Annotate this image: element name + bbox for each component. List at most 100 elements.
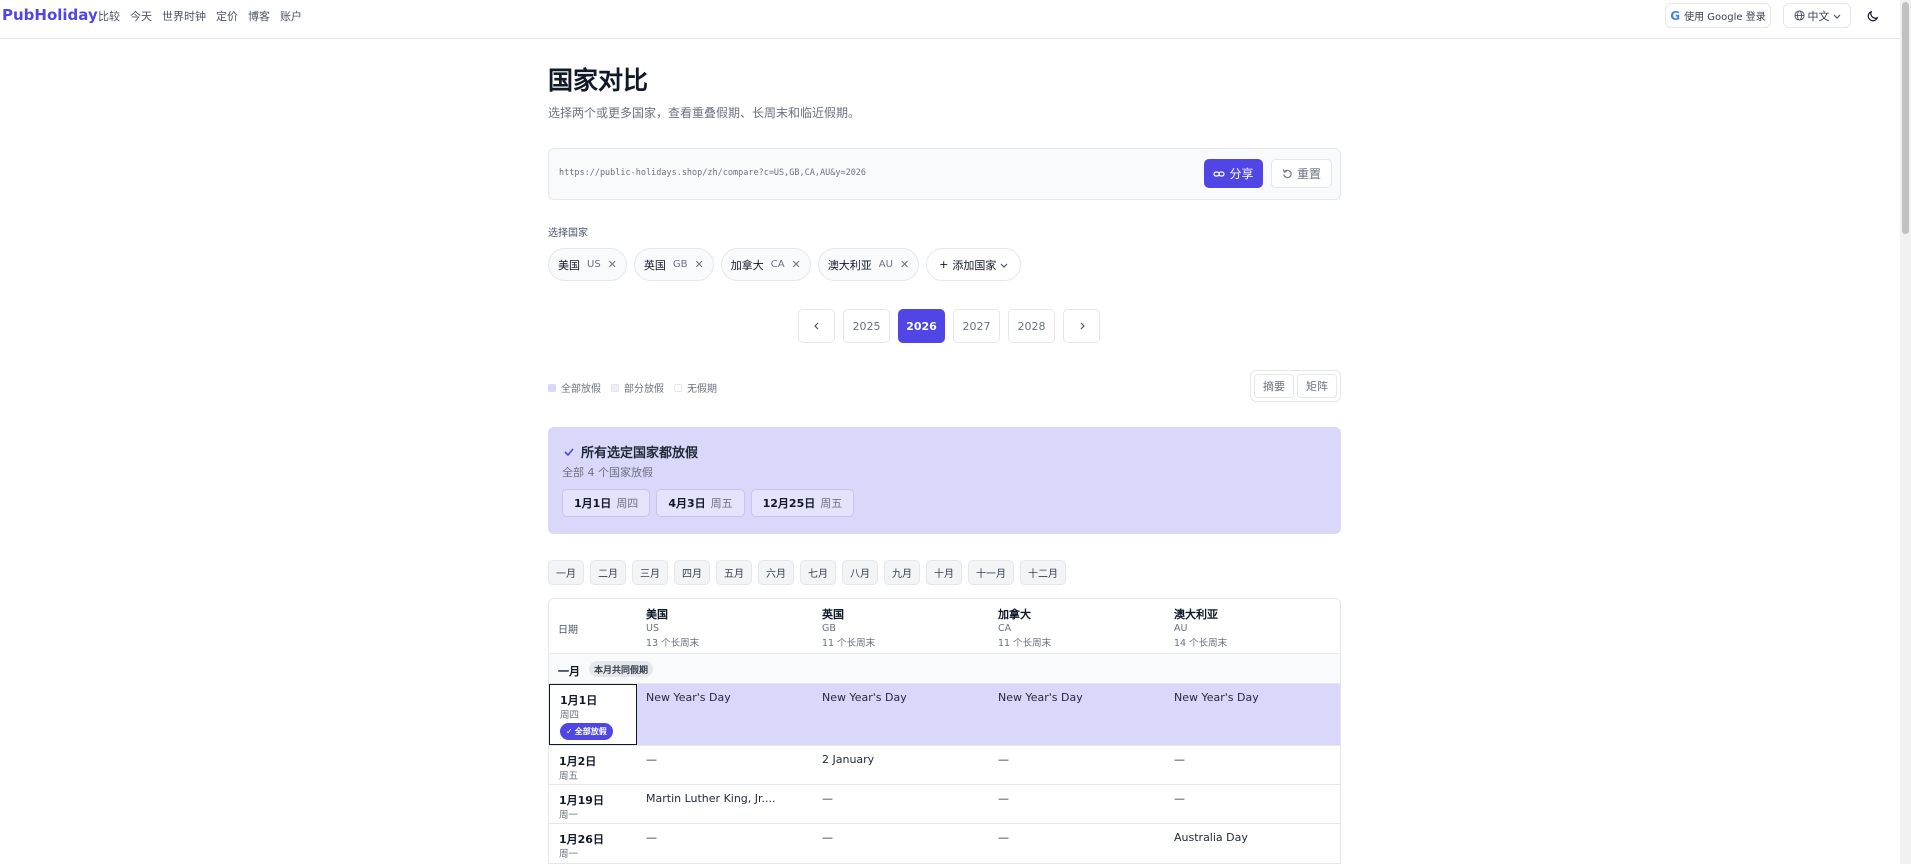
check-icon: ✓	[566, 727, 573, 736]
row-date: 1月19日	[559, 794, 604, 807]
reset-icon	[1282, 169, 1292, 179]
view-toggle: 摘要 矩阵	[1250, 370, 1341, 402]
column-country-name: 英国	[822, 608, 844, 621]
holiday-cell: New Year's Day	[822, 691, 907, 704]
month-button-may[interactable]: 五月	[716, 560, 752, 585]
country-code: AU	[878, 259, 893, 270]
month-button-sep[interactable]: 九月	[884, 560, 920, 585]
row-weekday: 周一	[559, 849, 579, 860]
date-chip[interactable]: 1月1日 周四	[562, 489, 651, 517]
google-icon: G	[1670, 8, 1681, 23]
table-row[interactable]: 1月2日 周五 — 2 January — —	[549, 746, 1340, 785]
month-button-jun[interactable]: 六月	[758, 560, 794, 585]
holiday-cell: New Year's Day	[998, 691, 1083, 704]
share-button[interactable]: 分享	[1204, 159, 1263, 188]
country-select-label: 选择国家	[548, 228, 588, 239]
table-header: 日期 美国 US 13 个长周末 英国 GB 11 个长周末 加拿大 CA 11…	[549, 599, 1340, 654]
legend-label: 部分放假	[624, 384, 664, 395]
nav-link-pricing[interactable]: 定价	[216, 8, 238, 24]
country-code: GB	[672, 259, 688, 270]
nav-link-today[interactable]: 今天	[130, 8, 152, 24]
table-row[interactable]: 1月26日 周一 — — — Australia Day	[549, 824, 1340, 863]
month-button-mar[interactable]: 三月	[632, 560, 668, 585]
top-navbar: PubHoliday 比较 今天 世界时钟 定价 博客 账户 G 使用 Goog…	[0, 0, 1900, 39]
holiday-cell: 2 January	[822, 753, 875, 766]
all-holiday-badge: ✓ 全部放假	[560, 723, 613, 740]
all-holiday-summary: 所有选定国家都放假 全部 4 个国家放假 1月1日 周四 4月3日 周五 12月25…	[548, 427, 1341, 534]
country-chip-us[interactable]: 美国 US ✕	[548, 248, 627, 281]
date-cell: 1月26日 周一	[549, 824, 637, 863]
scrollbar-thumb[interactable]	[1902, 2, 1909, 234]
plus-icon: +	[939, 258, 949, 271]
legend-swatch	[674, 383, 682, 392]
holiday-cell: —	[998, 792, 1009, 805]
month-button-apr[interactable]: 四月	[674, 560, 710, 585]
all-holiday-title: 所有选定国家都放假	[563, 442, 698, 461]
column-header-ca: 加拿大 CA 11 个长周末	[998, 606, 1168, 649]
all-holiday-badge-label: 全部放假	[574, 727, 607, 736]
year-option-2027[interactable]: 2027	[953, 309, 1000, 343]
month-button-jan[interactable]: 一月	[548, 560, 584, 585]
page-scrollbar[interactable]	[1900, 0, 1911, 864]
add-country-button[interactable]: + 添加国家	[926, 248, 1022, 281]
month-button-aug[interactable]: 八月	[842, 560, 878, 585]
legend-swatch	[548, 383, 556, 392]
month-button-feb[interactable]: 二月	[590, 560, 626, 585]
legend: 全部放假 部分放假 无假期	[548, 380, 717, 395]
language-selector[interactable]: 中文	[1783, 3, 1851, 28]
holiday-cell: —	[822, 792, 833, 805]
language-label: 中文	[1807, 9, 1830, 23]
nav-link-world-clock[interactable]: 世界时钟	[162, 8, 206, 24]
country-chip-au[interactable]: 澳大利亚 AU ✕	[817, 248, 920, 281]
year-option-2026[interactable]: 2026	[898, 309, 945, 343]
country-name: 澳大利亚	[827, 258, 872, 272]
holiday-cell: —	[646, 831, 657, 844]
table-row[interactable]: 1月19日 周一 Martin Luther King, Jr.... — — …	[549, 785, 1340, 824]
holiday-cell: —	[998, 753, 1009, 766]
year-option-2025[interactable]: 2025	[843, 309, 890, 343]
column-country-code: GB	[822, 623, 836, 634]
theme-toggle-button[interactable]	[1860, 3, 1886, 28]
date-chip[interactable]: 4月3日 周五	[656, 489, 745, 517]
next-year-button[interactable]	[1063, 309, 1100, 343]
month-button-jul[interactable]: 七月	[800, 560, 836, 585]
remove-icon[interactable]: ✕	[792, 258, 801, 271]
country-code: CA	[770, 259, 785, 270]
country-code: US	[587, 259, 601, 270]
moon-icon	[1867, 10, 1878, 22]
view-summary-button[interactable]: 摘要	[1254, 374, 1294, 398]
row-weekday: 周四	[560, 710, 580, 721]
holiday-cell: —	[998, 831, 1009, 844]
brand-logo[interactable]: PubHoliday	[2, 6, 98, 24]
month-nav: 一月 二月 三月 四月 五月 六月 七月 八月 九月 十月 十一月 十二月	[548, 560, 1066, 585]
google-signin-button[interactable]: G 使用 Google 登录	[1665, 3, 1771, 28]
month-button-oct[interactable]: 十月	[926, 560, 962, 585]
prev-year-button[interactable]	[798, 309, 835, 343]
remove-icon[interactable]: ✕	[608, 258, 617, 271]
remove-icon[interactable]: ✕	[695, 258, 704, 271]
month-button-nov[interactable]: 十一月	[968, 560, 1014, 585]
date-chip-date: 4月3日	[668, 497, 706, 510]
remove-icon[interactable]: ✕	[900, 258, 909, 271]
date-chip[interactable]: 12月25日 周五	[750, 489, 855, 517]
holiday-cell: Martin Luther King, Jr....	[646, 792, 776, 805]
share-url[interactable]: https://public-holidays.shop/zh/compare?…	[559, 168, 866, 178]
nav-link-blog[interactable]: 博客	[248, 8, 270, 24]
month-button-dec[interactable]: 十二月	[1020, 560, 1066, 585]
date-chip-date: 12月25日	[762, 497, 816, 510]
country-chip-ca[interactable]: 加拿大 CA ✕	[720, 248, 811, 281]
holiday-cell: —	[646, 753, 657, 766]
nav-link-account[interactable]: 账户	[280, 8, 302, 24]
page-subtitle: 选择两个或更多国家，查看重叠假期、长周末和临近假期。	[548, 106, 861, 120]
table-row[interactable]: 1月1日 周四 ✓ 全部放假 New Year's Day New Year's…	[549, 684, 1340, 746]
year-option-2028[interactable]: 2028	[1008, 309, 1055, 343]
date-chip-date: 1月1日	[574, 497, 612, 510]
all-holiday-title-text: 所有选定国家都放假	[581, 446, 699, 461]
reset-button[interactable]: 重置	[1271, 159, 1332, 188]
year-selector: 2025 2026 2027 2028	[798, 309, 1100, 343]
view-matrix-button[interactable]: 矩阵	[1297, 374, 1337, 398]
nav-link-compare[interactable]: 比较	[98, 8, 120, 24]
country-chip-gb[interactable]: 英国 GB ✕	[633, 248, 714, 281]
holiday-cell: —	[1174, 753, 1185, 766]
link-icon	[1213, 170, 1226, 177]
